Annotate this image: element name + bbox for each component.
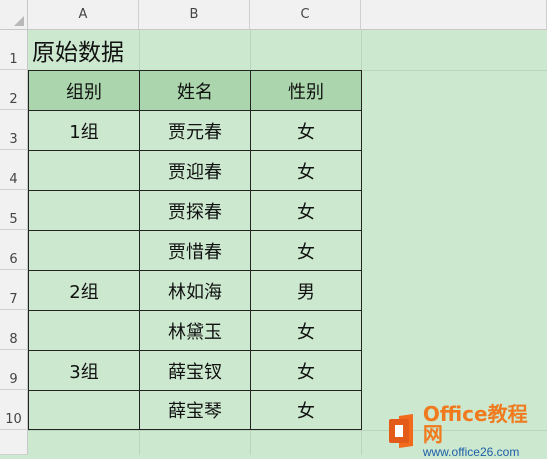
gender-cell[interactable]: 女 <box>251 111 361 151</box>
header-cell-group[interactable]: 组别 <box>29 71 140 111</box>
row-header-4[interactable]: 4 <box>0 150 28 190</box>
group-cell-empty[interactable] <box>29 391 140 429</box>
column-header-rest <box>361 0 547 30</box>
sheet-title-cell[interactable]: 原始数据 <box>28 30 365 70</box>
row-header-10[interactable]: 10 <box>0 390 28 430</box>
select-all-triangle-icon <box>14 16 24 26</box>
gender-cell[interactable]: 女 <box>251 191 361 231</box>
name-cell[interactable]: 薛宝钗 <box>140 351 251 391</box>
spreadsheet: A B C 1 2 3 4 5 6 7 8 9 10 原始数据 组别 姓名 性别… <box>0 0 547 458</box>
logo-brand: Office教程网 <box>422 402 528 446</box>
gender-cell[interactable]: 女 <box>251 311 361 351</box>
group-cell-empty[interactable] <box>29 151 140 191</box>
name-cell[interactable]: 贾惜春 <box>140 231 251 271</box>
gender-cell[interactable]: 女 <box>251 351 361 391</box>
row-header-11[interactable] <box>0 430 28 455</box>
name-cell[interactable]: 贾迎春 <box>140 151 251 191</box>
group-cell-empty[interactable] <box>29 191 140 231</box>
group-cell-empty[interactable] <box>29 231 140 271</box>
select-all-corner[interactable] <box>0 0 28 30</box>
gender-cell[interactable]: 女 <box>251 151 361 191</box>
header-cell-gender[interactable]: 性别 <box>251 71 361 111</box>
name-cell[interactable]: 薛宝琴 <box>140 391 251 429</box>
row-header-7[interactable]: 7 <box>0 270 28 310</box>
column-header-b[interactable]: B <box>139 0 250 30</box>
gender-cell[interactable]: 女 <box>251 231 361 271</box>
row-header-2[interactable]: 2 <box>0 70 28 110</box>
column-header-c[interactable]: C <box>250 0 361 30</box>
group-cell-empty[interactable] <box>29 311 140 351</box>
row-header-8[interactable]: 8 <box>0 310 28 350</box>
group-cell[interactable]: 1组 <box>29 111 140 151</box>
header-cell-name[interactable]: 姓名 <box>140 71 251 111</box>
group-cell[interactable]: 3组 <box>29 351 140 391</box>
row-header-1[interactable]: 1 <box>0 30 28 70</box>
logo-text: Office教程网 www.office26.com <box>423 404 547 458</box>
row-header-9[interactable]: 9 <box>0 350 28 390</box>
data-table: 组别 姓名 性别 1组 2组 3组 贾元春 贾迎春 贾探春 贾惜春 林如海 林黛… <box>28 70 362 430</box>
name-cell[interactable]: 林黛玉 <box>140 311 251 351</box>
logo-url: www.office26.com <box>422 445 520 459</box>
row-header-6[interactable]: 6 <box>0 230 28 270</box>
name-cell[interactable]: 贾元春 <box>140 111 251 151</box>
group-cell[interactable]: 2组 <box>29 271 140 311</box>
column-header-a[interactable]: A <box>28 0 139 30</box>
gender-cell[interactable]: 男 <box>251 271 361 311</box>
row-header-3[interactable]: 3 <box>0 110 28 150</box>
office-logo-icon <box>385 413 417 449</box>
name-cell[interactable]: 贾探春 <box>140 191 251 231</box>
row-header-5[interactable]: 5 <box>0 190 28 230</box>
gender-cell[interactable]: 女 <box>251 391 361 429</box>
name-cell[interactable]: 林如海 <box>140 271 251 311</box>
office26-logo: Office教程网 www.office26.com <box>385 404 547 458</box>
